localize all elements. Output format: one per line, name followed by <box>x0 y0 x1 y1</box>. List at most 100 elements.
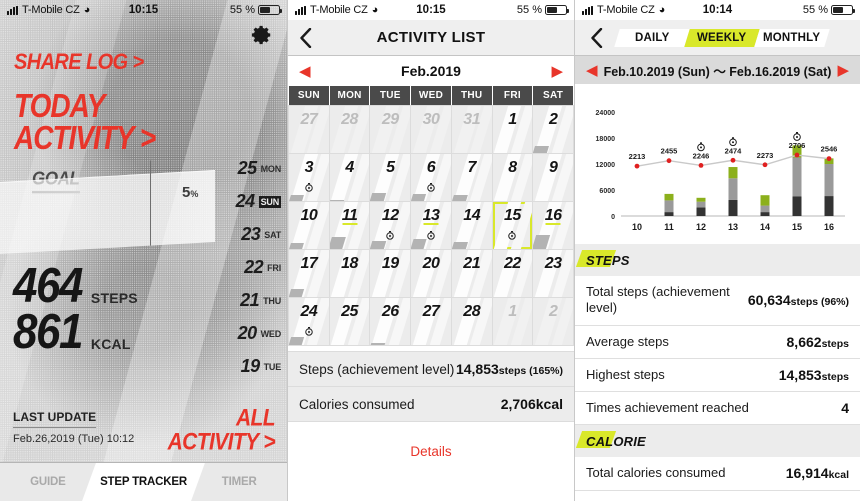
day-item-mon[interactable]: 25 MON <box>225 152 287 185</box>
calendar-cell[interactable]: 16 <box>533 202 573 249</box>
calendar-cell[interactable]: 18 <box>329 250 370 297</box>
calendar-cell[interactable]: 13 <box>411 202 451 249</box>
all-activity-button[interactable]: ALL ACTIVITY > <box>168 406 276 454</box>
calendar-cell[interactable]: 1 <box>492 298 533 345</box>
calendar-cell[interactable]: 9 <box>533 154 573 201</box>
calendar-cell[interactable]: 21 <box>451 250 492 297</box>
cell-highlight-mark <box>423 222 439 225</box>
stopwatch-icon <box>426 179 435 197</box>
calendar-cell[interactable]: 25 <box>329 298 370 345</box>
bar-segment <box>728 167 738 179</box>
calendar-cell[interactable]: 12 <box>370 202 411 249</box>
day-item-tue[interactable]: 19 TUE <box>225 350 287 383</box>
cell-highlight-mark <box>342 222 358 225</box>
tab-guide[interactable]: GUIDE <box>0 463 96 501</box>
arrow-right-icon[interactable]: ▶ <box>837 63 849 78</box>
calendar-cell[interactable]: 27 <box>289 106 329 153</box>
calendar-cell[interactable]: 31 <box>451 106 492 153</box>
calendar-cell[interactable]: 28 <box>451 298 492 345</box>
x-axis-tick: 15 <box>792 222 802 232</box>
arrow-left-icon[interactable]: ◀ <box>299 64 311 79</box>
day-number: 21 <box>240 290 260 310</box>
last-update-title: LAST UPDATE <box>13 410 97 428</box>
calendar-cell[interactable]: 26 <box>370 298 411 345</box>
calendar-cell[interactable]: 10 <box>289 202 329 249</box>
calendar-cell[interactable]: 24 <box>289 298 329 345</box>
calendar-cell[interactable]: 17 <box>289 250 329 297</box>
day-weekday: THU <box>263 295 281 306</box>
day-item-wed[interactable]: 20 WED <box>225 317 287 350</box>
day-item-sat[interactable]: 23 SAT <box>225 218 287 251</box>
segment-weekly[interactable]: WEEKLY <box>684 28 760 47</box>
calendar-cell[interactable]: 2 <box>533 106 573 153</box>
cell-activity-bar <box>370 193 386 201</box>
stopwatch-icon <box>729 137 737 147</box>
day-item-fri[interactable]: 22 FRI <box>225 251 287 284</box>
calendar-cell[interactable]: 22 <box>492 250 533 297</box>
bar-segment <box>728 199 738 216</box>
details-link[interactable]: Details <box>288 444 574 459</box>
calendar-cell-selected[interactable]: 15 <box>492 202 533 249</box>
calendar-cell[interactable]: 19 <box>370 250 411 297</box>
goal-percent: 5% <box>182 184 198 201</box>
day-item-sun[interactable]: 24 SUN <box>225 185 287 218</box>
day-weekday: WED <box>260 328 282 339</box>
arrow-right-icon[interactable]: ▶ <box>551 64 563 79</box>
calendar-cell[interactable]: 6 <box>411 154 451 201</box>
day-number: 23 <box>241 224 261 244</box>
nav-bar: ACTIVITY LIST <box>288 20 574 56</box>
steps-stat-label: Times achievement reached <box>586 400 749 415</box>
segment-label: WEEKLY <box>697 31 747 44</box>
segment-label: DAILY <box>634 31 670 44</box>
week-range-navigator: ◀ Feb.10.2019 (Sun) ～ Feb.16.2019 (Sat) … <box>575 56 860 84</box>
calendar-cell[interactable]: 29 <box>370 106 411 153</box>
calendar-cell[interactable]: 28 <box>329 106 370 153</box>
calendar-cell[interactable]: 1 <box>492 106 533 153</box>
month-label: Feb.2019 <box>401 63 461 79</box>
cell-day-number: 20 <box>422 255 440 272</box>
today-activity-button[interactable]: TODAY ACTIVITY > <box>14 87 156 157</box>
steps-stat-unit: steps (96%) <box>790 296 849 309</box>
calendar-cell[interactable]: 27 <box>411 298 451 345</box>
today-activity-line1: TODAY <box>14 87 105 125</box>
cell-activity-bar <box>451 195 467 201</box>
day-item-thu[interactable]: 21 THU <box>225 284 287 317</box>
calendar-cell[interactable]: 23 <box>533 250 573 297</box>
status-bar: T-Mobile CZ ◕ 10:15 55 % <box>288 0 574 20</box>
segment-monthly[interactable]: MONTHLY <box>754 28 830 47</box>
calendar-cell[interactable]: 4 <box>329 154 370 201</box>
cell-day-number: 17 <box>300 255 318 272</box>
calorie-point-label: 2474 <box>725 146 743 155</box>
calendar-cell[interactable]: 30 <box>411 106 451 153</box>
calendar-cell[interactable]: 7 <box>451 154 492 201</box>
calendar-cell[interactable]: 2 <box>533 298 573 345</box>
steps-stat-label: Highest steps <box>586 366 665 382</box>
steps-unit: STEPS <box>90 290 138 306</box>
tab-step-tracker[interactable]: STEP TRACKER <box>95 463 192 501</box>
calendar-cell[interactable]: 11 <box>329 202 370 249</box>
calorie-point-label: 2455 <box>661 147 678 156</box>
calendar-cell[interactable]: 20 <box>411 250 451 297</box>
segment-daily[interactable]: DAILY <box>614 28 690 47</box>
calendar-cell[interactable]: 5 <box>370 154 411 201</box>
arrow-left-icon[interactable]: ◀ <box>586 63 598 78</box>
back-button[interactable] <box>579 27 613 48</box>
calendar-cell[interactable]: 8 <box>492 154 533 201</box>
status-bar: T-Mobile CZ ◕ 10:15 55 % <box>0 0 287 20</box>
cell-day-number: 8 <box>508 159 517 176</box>
today-activity-line2: ACTIVITY > <box>14 120 156 157</box>
steps-stat-unit: steps <box>821 370 849 383</box>
calendar-cell[interactable]: 14 <box>451 202 492 249</box>
steps-section-header: STEPS <box>575 244 860 276</box>
bottom-tab-bar[interactable]: GUIDE STEP TRACKER TIMER <box>0 462 287 501</box>
calendar-grid[interactable]: 27 28 29 30 31 1 2 3 4 5 6 7 8 9 10 11 12 13 14 15 16 17 18 19 2… <box>288 105 574 346</box>
calendar-cell[interactable]: 3 <box>289 154 329 201</box>
gear-icon[interactable] <box>251 24 273 46</box>
bar-segment <box>664 193 674 201</box>
tab-timer[interactable]: TIMER <box>191 463 287 501</box>
share-log-button[interactable]: SHARE LOG > <box>14 50 144 76</box>
calorie-point <box>634 163 640 169</box>
day-selector-list[interactable]: 25 MON 24 SUN 23 SAT 22 FRI 21 THU 20 WED 19 TUE <box>225 152 287 383</box>
weekday-header-wed: WED <box>411 86 451 105</box>
segment-list[interactable]: DAILY WEEKLY MONTHLY <box>614 28 830 47</box>
